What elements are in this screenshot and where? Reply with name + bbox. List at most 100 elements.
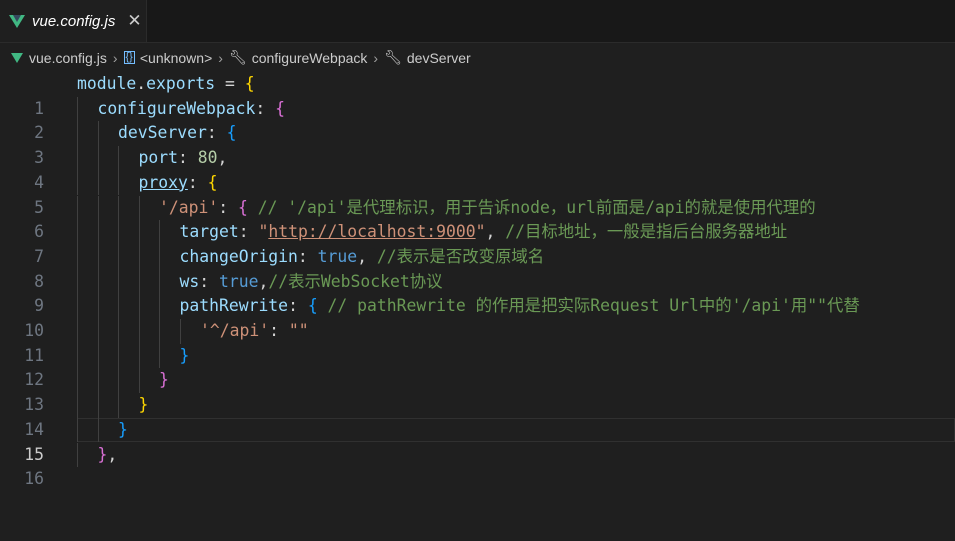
indent-guide xyxy=(97,244,99,270)
indent-guide xyxy=(77,393,78,418)
indent-guide xyxy=(159,244,160,270)
line-code[interactable]: '^/api': "" xyxy=(200,319,309,344)
line-code[interactable]: '/api': { // '/api'是代理标识，用于告诉node，url前面是… xyxy=(159,196,816,221)
indent-guide xyxy=(77,269,78,295)
code-line[interactable]: 6 '/api': { // '/api'是代理标识，用于告诉node，url前… xyxy=(0,195,955,241)
tab-bar: vue.config.js ✕ xyxy=(0,0,955,43)
breadcrumb-configure-label: configureWebpack xyxy=(251,49,368,66)
line-code[interactable]: }, xyxy=(98,443,118,468)
breadcrumb-unknown-label: <unknown> xyxy=(139,49,213,66)
line-code[interactable]: module.exports = { xyxy=(77,72,255,97)
indent-guide xyxy=(138,244,140,270)
indent-guide xyxy=(159,319,160,344)
indent-guide xyxy=(138,269,140,295)
indent-guide xyxy=(118,244,119,270)
vue-icon xyxy=(11,52,23,63)
indent-guide xyxy=(77,96,78,122)
code-line[interactable]: 16 }, xyxy=(0,442,955,488)
braces-icon: {} xyxy=(123,51,135,64)
indent-guide xyxy=(138,195,140,221)
indent-guide xyxy=(118,343,119,369)
indent-guide xyxy=(138,294,140,319)
indent-guide xyxy=(77,121,78,147)
chevron-right-icon: › xyxy=(373,49,379,66)
wrench-icon: 🔧︎ xyxy=(384,49,402,65)
indent-guide xyxy=(138,368,140,394)
breadcrumb-unknown[interactable]: {} <unknown> xyxy=(123,49,213,66)
code-line[interactable]: 3 devServer: { xyxy=(0,121,955,167)
code-line[interactable]: 12 } xyxy=(0,343,955,389)
localhost-link[interactable]: http://localhost:9000 xyxy=(268,222,475,241)
indent-guide xyxy=(77,368,78,394)
indent-guide xyxy=(118,146,119,171)
code-line[interactable]: 9 ws: true,//表示WebSocket协议 xyxy=(0,269,955,315)
breadcrumb-configure[interactable]: 🔧︎ configureWebpack xyxy=(229,49,367,66)
indent-guide xyxy=(97,220,99,245)
code-line[interactable]: 11 '^/api': "" xyxy=(0,319,955,365)
line-code[interactable]: } xyxy=(139,393,149,418)
indent-guide xyxy=(77,442,78,468)
tab-vue-config[interactable]: vue.config.js ✕ xyxy=(0,0,147,42)
line-code[interactable]: proxy: { xyxy=(139,171,218,196)
indent-guide xyxy=(179,319,181,344)
indent-guide xyxy=(138,319,140,344)
indent-guide xyxy=(118,220,119,245)
line-code[interactable]: changeOrigin: true, //表示是否改变原域名 xyxy=(180,245,545,270)
tab-title: vue.config.js xyxy=(32,12,116,30)
indent-guide xyxy=(118,319,119,344)
indent-guide xyxy=(77,146,78,171)
line-code[interactable]: devServer: { xyxy=(118,121,236,146)
indent-guide xyxy=(77,319,78,344)
code-line[interactable]: 14 } xyxy=(0,393,955,439)
indent-guide xyxy=(97,121,99,147)
indent-guide xyxy=(97,343,99,369)
indent-guide xyxy=(97,319,99,344)
indent-guide xyxy=(159,294,160,319)
line-code[interactable]: target: "http://localhost:9000", //目标地址，… xyxy=(180,220,788,245)
indent-guide xyxy=(97,170,99,196)
indent-guide xyxy=(77,195,78,221)
line-code[interactable]: } xyxy=(159,368,169,393)
line-code[interactable]: port: 80, xyxy=(139,146,228,171)
indent-guide xyxy=(77,294,78,319)
indent-guide xyxy=(118,368,119,394)
indent-guide xyxy=(118,269,119,295)
code-line[interactable]: 13 } xyxy=(0,368,955,414)
line-code[interactable]: ws: true,//表示WebSocket协议 xyxy=(180,270,443,295)
code-editor[interactable]: 1 module.exports = { 2 configureWebpack:… xyxy=(0,72,955,488)
indent-guide xyxy=(118,393,119,418)
code-line[interactable]: 4 port: 80, xyxy=(0,146,955,192)
code-line[interactable]: 8 changeOrigin: true, //表示是否改变原域名 xyxy=(0,244,955,291)
breadcrumb-devserver-label: devServer xyxy=(406,49,471,66)
code-line[interactable]: 7 target: "http://localhost:9000", //目标地… xyxy=(0,220,955,266)
indent-guide xyxy=(97,146,99,171)
indent-guide xyxy=(97,393,99,418)
code-line-active[interactable]: 15 } xyxy=(0,417,955,464)
line-code[interactable]: configureWebpack: { xyxy=(98,97,286,122)
breadcrumb: vue.config.js › {} <unknown> › 🔧︎ config… xyxy=(0,43,955,72)
line-code[interactable]: } xyxy=(118,418,128,443)
vue-icon xyxy=(9,14,25,28)
indent-guide xyxy=(159,220,160,245)
code-line[interactable]: 2 configureWebpack: { xyxy=(0,96,955,142)
close-icon[interactable]: ✕ xyxy=(127,11,141,31)
breadcrumb-file[interactable]: vue.config.js xyxy=(0,50,107,66)
breadcrumb-devserver[interactable]: 🔧︎ devServer xyxy=(384,49,471,66)
indent-guide xyxy=(118,294,119,319)
line-code[interactable]: } xyxy=(180,344,190,369)
indent-guide xyxy=(97,417,99,443)
indent-guide xyxy=(97,294,99,319)
chevron-right-icon: › xyxy=(112,49,118,66)
indent-guide xyxy=(77,244,78,270)
code-line[interactable]: 10 pathRewrite: { // pathRewrite 的作用是把实际… xyxy=(0,294,955,340)
line-code[interactable]: pathRewrite: { // pathRewrite 的作用是把实际Req… xyxy=(180,294,860,319)
indent-guide xyxy=(97,269,99,295)
indent-guide xyxy=(159,343,160,369)
indent-guide xyxy=(77,170,78,196)
indent-guide xyxy=(77,343,78,369)
code-line[interactable]: 5 proxy: { xyxy=(0,170,955,217)
indent-guide xyxy=(97,195,99,221)
indent-guide xyxy=(118,170,119,196)
code-line[interactable]: 1 module.exports = { xyxy=(0,72,955,118)
breadcrumb-file-label: vue.config.js xyxy=(29,49,107,66)
